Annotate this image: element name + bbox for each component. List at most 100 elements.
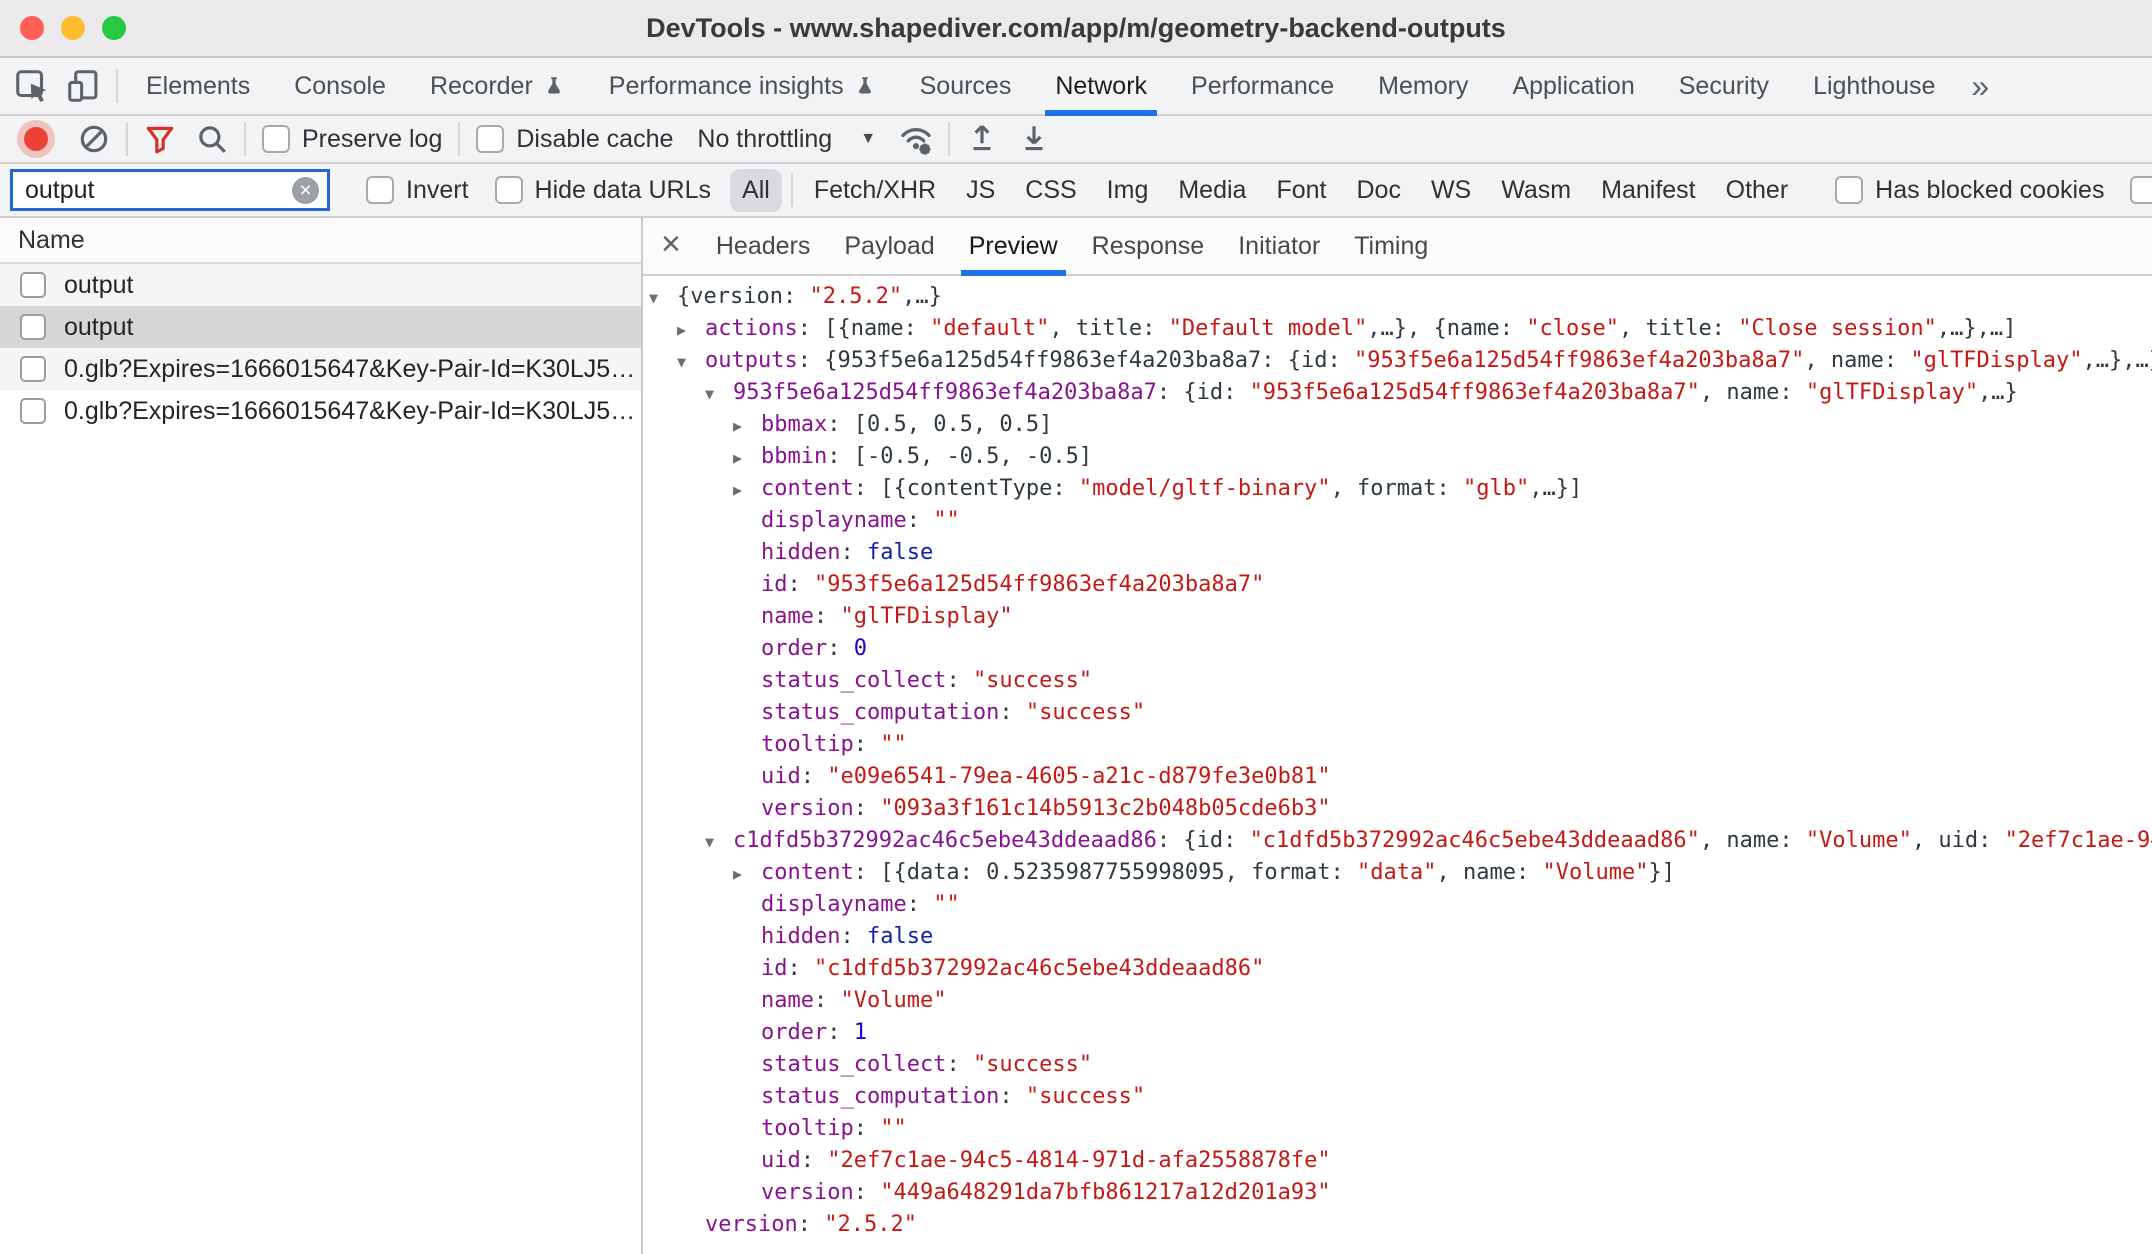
tab-response[interactable]: Response [1092, 218, 1205, 274]
tree-line[interactable]: ▼{version: "2.5.2",…} [643, 281, 2152, 313]
filter-type-css[interactable]: CSS [1013, 169, 1088, 212]
disclosure-triangle-icon[interactable]: ▶ [733, 474, 761, 506]
disclosure-triangle-icon[interactable]: ▶ [677, 314, 705, 346]
tree-line[interactable]: ▶bbmin: [-0.5, -0.5, -0.5] [643, 441, 2152, 473]
tab-network[interactable]: Network [1033, 58, 1169, 114]
tree-line[interactable]: displayname: "" [643, 505, 2152, 537]
clear-network-log-icon[interactable] [68, 113, 120, 165]
table-row[interactable]: 0.glb?Expires=1666015647&Key-Pair-Id=K30… [0, 348, 641, 390]
filter-type-font[interactable]: Font [1264, 169, 1338, 212]
tree-line[interactable]: tooltip: "" [643, 729, 2152, 761]
name-column-header[interactable]: Name [0, 218, 641, 264]
tab-memory[interactable]: Memory [1356, 58, 1490, 114]
search-icon[interactable] [186, 113, 238, 165]
close-window-button[interactable] [20, 16, 44, 40]
tab-performance-insights[interactable]: Performance insights [587, 58, 898, 114]
tab-initiator[interactable]: Initiator [1238, 218, 1320, 274]
disable-cache-checkbox[interactable] [476, 125, 504, 153]
inspect-element-icon[interactable] [6, 60, 58, 112]
filter-type-fetch-xhr[interactable]: Fetch/XHR [802, 169, 948, 212]
tree-line[interactable]: ▶content: [{contentType: "model/gltf-bin… [643, 473, 2152, 505]
filter-type-ws[interactable]: WS [1419, 169, 1483, 212]
hide-data-urls-checkbox[interactable] [495, 176, 523, 204]
filter-type-all[interactable]: All [730, 169, 782, 212]
tab-timing[interactable]: Timing [1354, 218, 1428, 274]
throttling-select[interactable]: No throttling ▼ [683, 125, 890, 154]
tree-line[interactable]: name: "Volume" [643, 985, 2152, 1017]
minimize-window-button[interactable] [61, 16, 85, 40]
tab-security[interactable]: Security [1657, 58, 1791, 114]
request-checkbox[interactable] [20, 398, 46, 424]
filter-type-img[interactable]: Img [1095, 169, 1161, 212]
tree-line[interactable]: hidden: false [643, 537, 2152, 569]
tree-line[interactable]: displayname: "" [643, 889, 2152, 921]
request-checkbox[interactable] [20, 314, 46, 340]
filter-type-js[interactable]: JS [954, 169, 1007, 212]
tab-application[interactable]: Application [1490, 58, 1656, 114]
tree-line[interactable]: order: 1 [643, 1017, 2152, 1049]
tab-lighthouse[interactable]: Lighthouse [1791, 58, 1957, 114]
record-network-log-button[interactable] [24, 127, 48, 151]
tab-preview[interactable]: Preview [969, 218, 1058, 274]
tree-line[interactable]: uid: "2ef7c1ae-94c5-4814-971d-afa2558878… [643, 1145, 2152, 1177]
tab-elements[interactable]: Elements [124, 58, 272, 114]
tree-line[interactable]: name: "glTFDisplay" [643, 601, 2152, 633]
tree-line[interactable]: order: 0 [643, 633, 2152, 665]
filter-input[interactable] [23, 175, 292, 206]
tree-line[interactable]: status_computation: "success" [643, 697, 2152, 729]
tree-line[interactable]: ▶actions: [{name: "default", title: "Def… [643, 313, 2152, 345]
disclosure-triangle-icon[interactable]: ▼ [705, 826, 733, 858]
clear-filter-icon[interactable]: × [292, 177, 319, 204]
tree-line[interactable]: ▶content: [{data: 0.5235987755998095, fo… [643, 857, 2152, 889]
request-checkbox[interactable] [20, 272, 46, 298]
table-row[interactable]: 0.glb?Expires=1666015647&Key-Pair-Id=K30… [0, 390, 641, 432]
tree-line[interactable]: ▶bbmax: [0.5, 0.5, 0.5] [643, 409, 2152, 441]
blocked-requests-checkbox[interactable] [2130, 176, 2152, 204]
tree-line[interactable]: ▼outputs: {953f5e6a125d54ff9863ef4a203ba… [643, 345, 2152, 377]
close-details-icon[interactable]: × [643, 225, 699, 268]
tree-line[interactable]: tooltip: "" [643, 1113, 2152, 1145]
filter-icon[interactable] [134, 113, 186, 165]
request-checkbox[interactable] [20, 356, 46, 382]
tree-line[interactable]: hidden: false [643, 921, 2152, 953]
filter-type-doc[interactable]: Doc [1344, 169, 1412, 212]
device-toolbar-icon[interactable] [58, 60, 110, 112]
disclosure-triangle-icon[interactable]: ▼ [649, 282, 677, 314]
invert-checkbox[interactable] [366, 176, 394, 204]
disclosure-triangle-icon[interactable]: ▼ [705, 378, 733, 410]
disclosure-triangle-icon[interactable]: ▼ [677, 346, 705, 378]
disclosure-triangle-icon[interactable]: ▶ [733, 410, 761, 442]
tree-line[interactable]: ▼c1dfd5b372992ac46c5ebe43ddeaad86: {id: … [643, 825, 2152, 857]
tab-console[interactable]: Console [272, 58, 408, 114]
tree-line[interactable]: version: "093a3f161c14b5913c2b048b05cde6… [643, 793, 2152, 825]
more-tabs-icon[interactable]: » [1957, 68, 2003, 105]
disclosure-triangle-icon[interactable]: ▶ [733, 858, 761, 890]
filter-type-wasm[interactable]: Wasm [1489, 169, 1583, 212]
tree-line[interactable]: status_collect: "success" [643, 1049, 2152, 1081]
tab-recorder[interactable]: Recorder [408, 58, 587, 114]
tree-line[interactable]: version: "2.5.2" [643, 1209, 2152, 1241]
tab-headers[interactable]: Headers [716, 218, 811, 274]
tree-line[interactable]: ▼953f5e6a125d54ff9863ef4a203ba8a7: {id: … [643, 377, 2152, 409]
tree-line[interactable]: status_computation: "success" [643, 1081, 2152, 1113]
network-conditions-icon[interactable] [890, 113, 942, 165]
tree-line[interactable]: status_collect: "success" [643, 665, 2152, 697]
preserve-log-checkbox[interactable] [262, 125, 290, 153]
tree-line[interactable]: id: "953f5e6a125d54ff9863ef4a203ba8a7" [643, 569, 2152, 601]
has-blocked-cookies-checkbox[interactable] [1835, 176, 1863, 204]
tab-performance[interactable]: Performance [1169, 58, 1356, 114]
import-har-icon[interactable] [956, 113, 1008, 165]
table-row[interactable]: output [0, 306, 641, 348]
tab-payload[interactable]: Payload [844, 218, 934, 274]
tree-line[interactable]: id: "c1dfd5b372992ac46c5ebe43ddeaad86" [643, 953, 2152, 985]
filter-type-media[interactable]: Media [1166, 169, 1258, 212]
filter-type-other[interactable]: Other [1714, 169, 1801, 212]
tree-line[interactable]: uid: "e09e6541-79ea-4605-a21c-d879fe3e0b… [643, 761, 2152, 793]
tab-sources[interactable]: Sources [898, 58, 1034, 114]
filter-type-manifest[interactable]: Manifest [1589, 169, 1707, 212]
zoom-window-button[interactable] [102, 16, 126, 40]
table-row[interactable]: output [0, 264, 641, 306]
export-har-icon[interactable] [1008, 113, 1060, 165]
disclosure-triangle-icon[interactable]: ▶ [733, 442, 761, 474]
tree-line[interactable]: version: "449a648291da7bfb861217a12d201a… [643, 1177, 2152, 1209]
